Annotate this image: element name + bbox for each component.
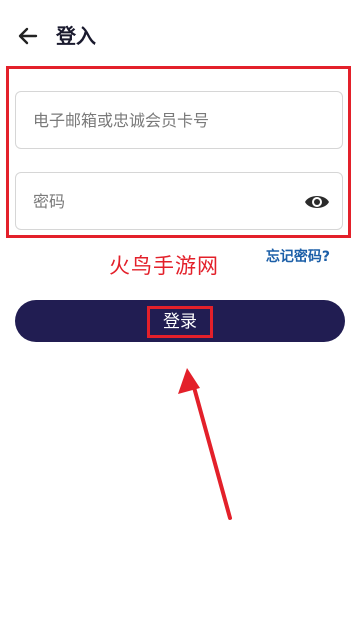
forgot-password-link[interactable]: 忘记密码? [266,247,330,267]
show-password-button[interactable] [304,191,330,213]
annotation-login-box: 登录 [147,306,213,338]
header: 登入 [0,0,360,70]
back-arrow-icon [18,27,38,45]
password-field[interactable]: 密码 [15,172,343,230]
email-placeholder: 电子邮箱或忠诚会员卡号 [33,111,210,130]
annotation-arrow [178,368,232,520]
login-button[interactable]: 登录 [15,300,345,342]
page-title: 登入 [56,24,96,48]
login-screen: 登入 电子邮箱或忠诚会员卡号 密码 火鸟手游网 忘记密码? 登录 [0,0,360,619]
login-button-label: 登录 [163,312,197,332]
email-field[interactable]: 电子邮箱或忠诚会员卡号 [15,91,343,149]
password-placeholder: 密码 [33,192,66,211]
eye-icon [305,196,329,208]
back-button[interactable] [14,22,42,50]
watermark-text: 火鸟手游网 [109,254,219,278]
